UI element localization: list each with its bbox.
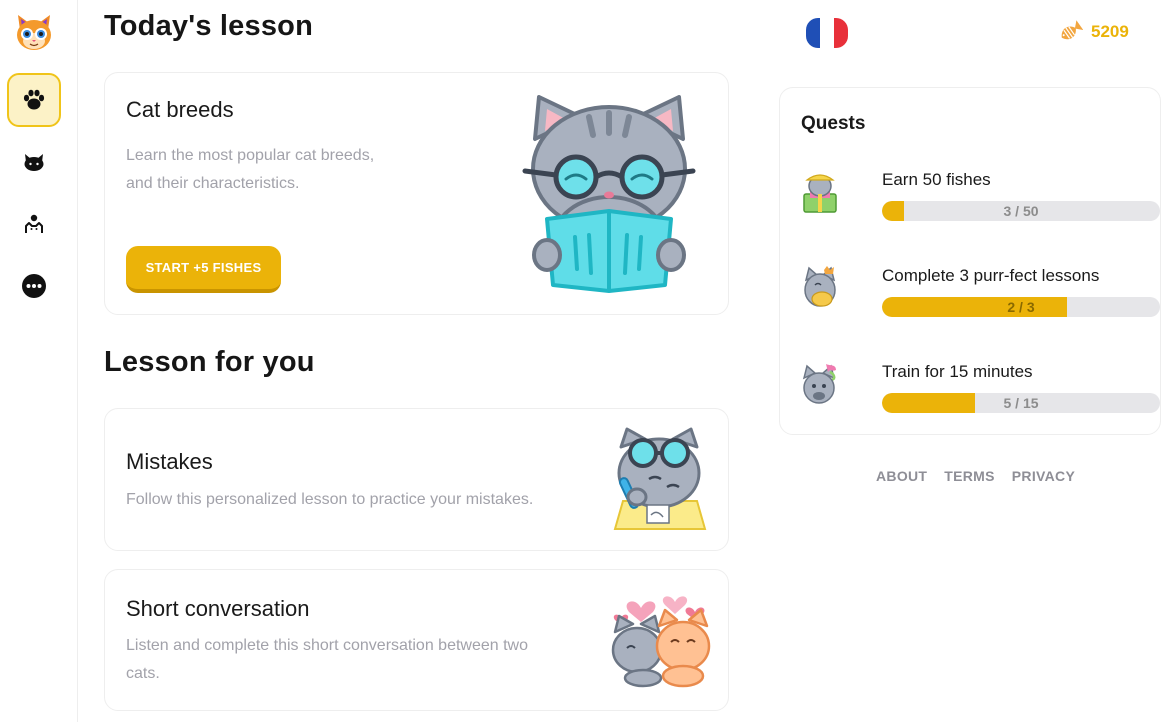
start-lesson-button[interactable]: START +5 FISHES [126,246,281,293]
sidebar-item-profile[interactable] [7,197,61,251]
cat-profile-icon [25,214,43,233]
fish-icon [1061,20,1083,40]
fish-counter[interactable]: 5209 [1057,20,1129,44]
quest-item-earn-fishes: Earn 50 fishes 3 / 50 [800,168,1160,232]
quest-progress-bar: 5 / 15 [882,393,1160,413]
quest-progress-bar: 2 / 3 [882,297,1160,317]
more-icon [22,274,46,298]
about-link[interactable]: ABOUT [876,468,927,484]
quest-name: Train for 15 minutes [882,362,1033,381]
lesson-description: Learn the most popular cat breeds, and t… [126,147,375,192]
lesson-for-you-heading: Lesson for you [104,346,315,378]
two-cats-hearts-illustration [611,596,711,688]
quest-item-train-minutes: Train for 15 minutes 5 / 15 [800,360,1160,424]
cat-face-logo-icon[interactable] [13,11,55,53]
quests-title: Quests [801,113,866,134]
lesson-description: Listen and complete this short conversat… [126,637,529,682]
quest-name: Complete 3 purr-fect lessons [882,266,1100,285]
terms-link[interactable]: TERMS [944,468,995,484]
cat-vip-icon [804,266,836,307]
cat-icon [24,154,44,171]
lesson-card-cat-breeds[interactable]: Cat breeds Learn the most popular cat br… [104,72,729,315]
quest-item-complete-lessons: Complete 3 purr-fect lessons 2 / 3 [800,264,1160,328]
sidebar-item-more[interactable] [7,259,61,313]
sidebar-item-cats[interactable] [7,135,61,189]
cat-reading-book-illustration [522,95,696,293]
sidebar [0,0,78,722]
privacy-link[interactable]: PRIVACY [1012,468,1075,484]
lesson-title: Short conversation [126,596,310,621]
quest-progress-bar: 3 / 50 [882,201,1160,221]
footer-links: ABOUT TERMS PRIVACY [876,468,1075,484]
quest-progress-text: 5 / 15 [1003,395,1039,411]
lesson-description: Follow this personalized lesson to pract… [126,491,534,508]
quest-progress-text: 2 / 3 [1007,299,1035,315]
language-flag-france[interactable] [806,18,848,48]
cat-unicorn-icon [802,364,836,404]
paw-icon [23,89,45,110]
cat-gift-icon [803,174,837,213]
todays-lesson-heading: Today's lesson [104,10,314,42]
lesson-title: Cat breeds [126,97,234,122]
quests-panel: Quests Earn 50 fishes 3 / 50 Complete 3 … [779,87,1161,435]
sidebar-item-learn[interactable] [7,73,61,127]
quest-name: Earn 50 fishes [882,170,991,189]
lesson-title: Mistakes [126,449,213,474]
quest-progress-text: 3 / 50 [1003,203,1039,219]
fish-count-value: 5209 [1091,22,1129,41]
cat-writing-illustration [613,427,707,530]
lesson-card-mistakes[interactable]: Mistakes Follow this personalized lesson… [104,408,729,551]
lesson-card-short-conversation[interactable]: Short conversation Listen and complete t… [104,569,729,711]
